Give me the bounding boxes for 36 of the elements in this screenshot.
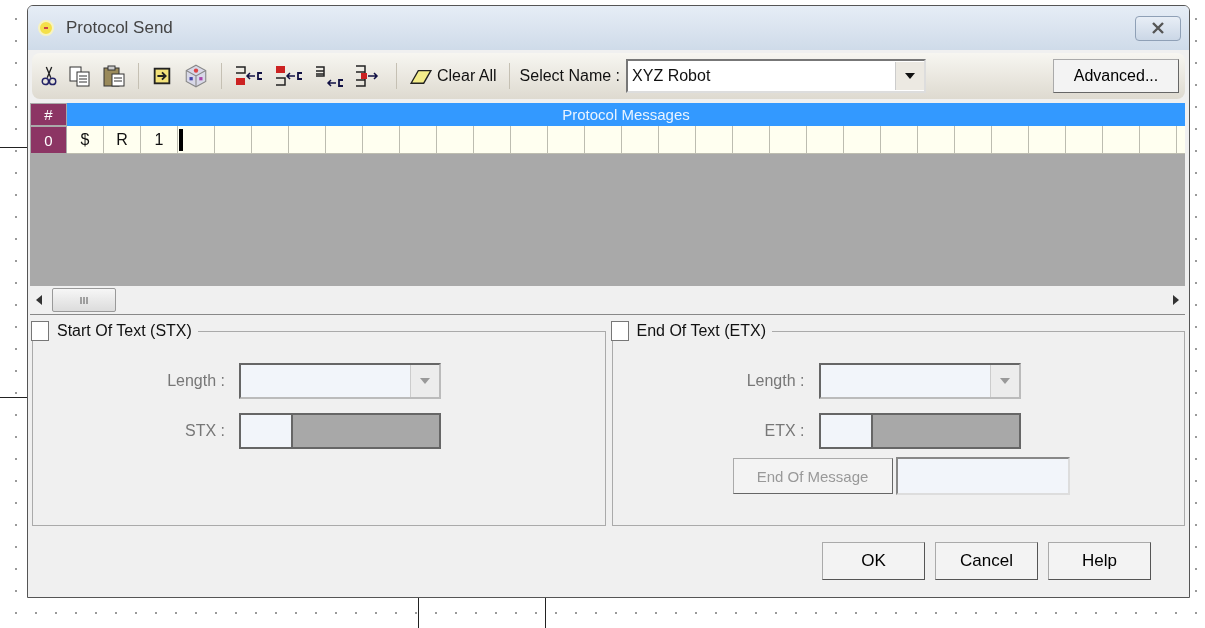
code-label: ETX :	[763, 422, 806, 440]
paste-icon[interactable]	[100, 62, 128, 90]
text-cursor	[179, 128, 183, 151]
name-dropdown[interactable]: XYZ Robot	[626, 59, 927, 93]
dialog-button[interactable]: Help	[1048, 542, 1151, 580]
column-header: Protocol Messages	[67, 103, 1185, 126]
group-title: Start Of Text (STX)	[57, 322, 192, 340]
grip-icon	[79, 295, 89, 305]
length-label: Length :	[745, 372, 806, 390]
right-arrow-icon[interactable]	[1173, 295, 1179, 305]
end-of-message-field[interactable]	[895, 457, 1070, 495]
index-header: #	[30, 103, 67, 126]
row-index: 0	[30, 126, 67, 154]
code-label: STX :	[184, 422, 226, 440]
close-icon	[1151, 22, 1165, 34]
select-name-label: Select Name :	[519, 67, 621, 85]
length-dropdown[interactable]	[818, 363, 1021, 399]
length-dropdown[interactable]	[239, 363, 441, 399]
window-title: Protocol Send	[66, 18, 173, 38]
dropdown-arrow-icon	[905, 73, 916, 79]
checkbox[interactable]	[31, 321, 49, 341]
sun-icon	[36, 18, 56, 38]
code-field[interactable]	[818, 413, 1021, 449]
dropdown-arrow-icon	[999, 378, 1010, 384]
clear-all-button[interactable]: Clear All	[407, 65, 499, 87]
code-field[interactable]	[239, 413, 441, 449]
checkbox[interactable]	[610, 321, 629, 341]
group-title: End Of Text (ETX)	[636, 322, 767, 340]
advanced-button[interactable]: Advanced...	[1053, 59, 1179, 93]
eraser-icon	[409, 67, 433, 85]
close-button[interactable]	[1135, 15, 1181, 41]
dropdown-arrow-icon	[420, 378, 430, 384]
length-label: Length :	[166, 372, 226, 390]
left-arrow-icon[interactable]	[36, 295, 42, 305]
dialog-button[interactable]: Cancel	[935, 542, 1038, 580]
dialog-button[interactable]: OK	[822, 542, 925, 580]
